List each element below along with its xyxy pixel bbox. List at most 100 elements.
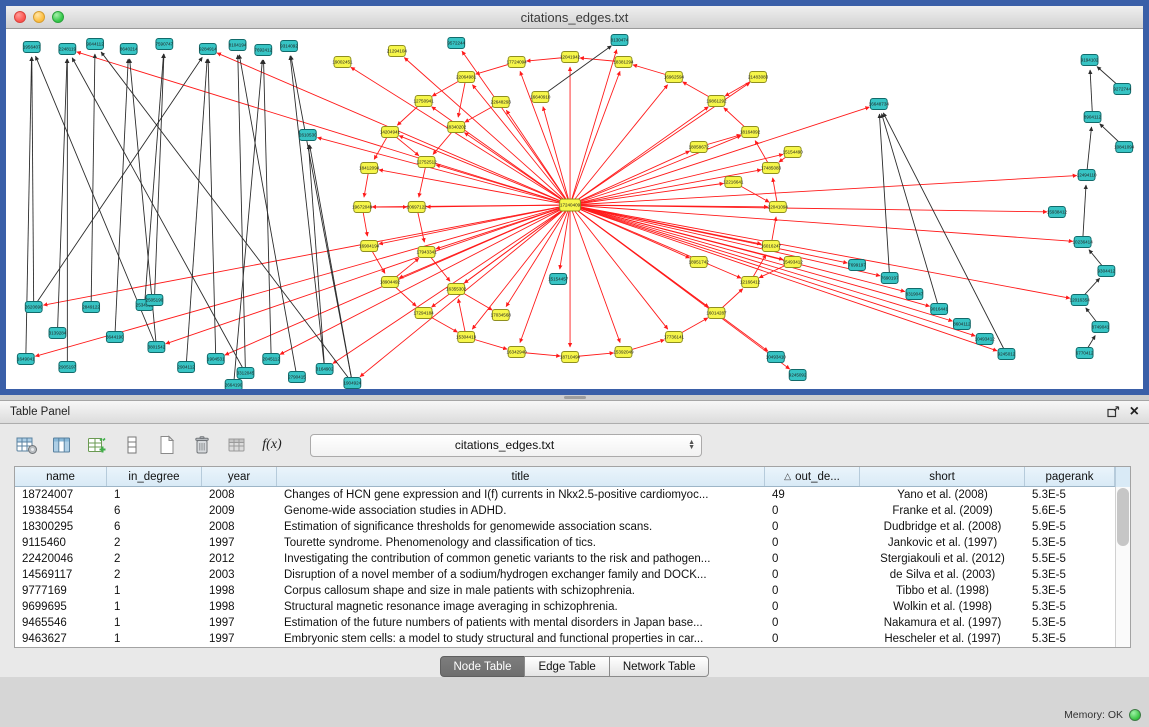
- paper-node-yellow[interactable]: 16640910: [530, 92, 551, 103]
- paper-node-yellow[interactable]: 19002451: [332, 57, 353, 68]
- paper-node-teal[interactable]: 1649041: [17, 354, 35, 365]
- paper-node-yellow[interactable]: 22041094: [768, 202, 789, 213]
- paper-node-yellow[interactable]: 12752512: [416, 157, 437, 168]
- paper-node-teal[interactable]: 1956407: [23, 42, 41, 53]
- column-header-pagerank[interactable]: pagerank: [1025, 467, 1115, 486]
- paper-node-teal[interactable]: 6770412: [1076, 348, 1094, 359]
- paper-node-yellow[interactable]: 18381294: [613, 57, 634, 68]
- paper-node-yellow[interactable]: 17240409: [560, 199, 581, 211]
- citation-edge[interactable]: [154, 54, 164, 300]
- paper-node-yellow[interactable]: 17034568: [491, 310, 512, 321]
- citation-edge[interactable]: [570, 50, 617, 205]
- paper-node-teal[interactable]: 3312045: [237, 368, 255, 379]
- paper-node-teal[interactable]: 8319047: [906, 289, 924, 300]
- citation-edge[interactable]: [570, 205, 1047, 212]
- paper-node-teal[interactable]: 2664190: [225, 380, 243, 390]
- citation-edge[interactable]: [166, 205, 570, 344]
- paper-node-teal[interactable]: 8749041: [1092, 322, 1110, 333]
- paper-node-teal[interactable]: 9245092: [789, 370, 807, 381]
- paper-node-teal[interactable]: 2849122: [82, 302, 100, 313]
- citation-edge[interactable]: [145, 54, 164, 305]
- citation-edge[interactable]: [57, 59, 67, 333]
- row-height-button[interactable]: [119, 433, 145, 457]
- paper-node-yellow[interactable]: 19861292: [706, 96, 727, 107]
- paper-node-teal[interactable]: 9572244: [447, 38, 465, 49]
- paper-node-teal[interactable]: 2904112: [177, 362, 195, 373]
- citation-edge[interactable]: [77, 52, 570, 205]
- citation-edge[interactable]: [101, 52, 352, 383]
- paper-node-teal[interactable]: 8130474: [611, 35, 629, 46]
- paper-node-teal[interactable]: 10493410: [766, 352, 787, 363]
- paper-node-yellow[interactable]: 17943341: [416, 247, 437, 258]
- paper-node-yellow[interactable]: 18340202: [446, 122, 467, 133]
- paper-node-teal[interactable]: 9245012: [998, 349, 1016, 360]
- citation-edge[interactable]: [32, 57, 34, 307]
- paper-node-yellow[interactable]: 18904492: [380, 277, 401, 288]
- function-builder-button[interactable]: f(x): [259, 433, 285, 457]
- paper-node-teal[interactable]: 2790415: [288, 372, 306, 383]
- paper-node-yellow[interactable]: 18164092: [740, 127, 761, 138]
- citation-edge[interactable]: [72, 58, 245, 373]
- paper-node-yellow[interactable]: 17485083: [761, 163, 782, 174]
- paper-node-yellow[interactable]: 18412094: [359, 163, 380, 174]
- citation-edge[interactable]: [91, 54, 95, 307]
- table-row[interactable]: 969969511998Structural magnetic resonanc…: [15, 599, 1130, 615]
- paper-node-yellow[interactable]: 16962594: [664, 72, 685, 83]
- paper-node-teal[interactable]: 12494110: [1077, 170, 1097, 181]
- column-header-year[interactable]: year: [202, 467, 277, 486]
- table-row[interactable]: 2242004622012Investigating the contribut…: [15, 551, 1130, 567]
- citation-edge[interactable]: [570, 205, 620, 343]
- float-panel-icon[interactable]: [1107, 406, 1120, 418]
- paper-node-teal[interactable]: 1904924: [344, 378, 362, 389]
- column-header-name[interactable]: name: [15, 467, 107, 486]
- paper-node-teal[interactable]: 3164902: [316, 364, 334, 375]
- paper-node-yellow[interactable]: 12750941: [413, 96, 434, 107]
- table-row[interactable]: 1938455462009Genome-wide association stu…: [15, 503, 1130, 519]
- paper-node-teal[interactable]: 7692412: [254, 45, 272, 56]
- paper-node-teal[interactable]: 9314092: [280, 41, 298, 52]
- citation-edge[interactable]: [290, 56, 325, 369]
- paper-node-teal[interactable]: 12016354: [1070, 295, 1091, 306]
- delete-table-button[interactable]: [189, 433, 215, 457]
- citation-edge[interactable]: [560, 205, 570, 269]
- tab-edge-table[interactable]: Edge Table: [524, 656, 609, 677]
- citation-edge[interactable]: [234, 60, 263, 385]
- citation-edge[interactable]: [1083, 185, 1086, 242]
- paper-node-teal[interactable]: 9304412: [1098, 266, 1116, 277]
- paper-node-teal[interactable]: 10493412: [975, 334, 996, 345]
- paper-node-teal[interactable]: 10236414: [1073, 237, 1094, 248]
- paper-node-teal[interactable]: 3139284: [49, 328, 67, 339]
- table-row[interactable]: 946554611997Estimation of the future num…: [15, 615, 1130, 631]
- column-header-in-degree[interactable]: in_degree: [107, 467, 202, 486]
- paper-node-yellow[interactable]: 18710494: [560, 352, 581, 363]
- column-header-title[interactable]: title: [277, 467, 765, 486]
- paper-node-yellow[interactable]: 21483083: [748, 72, 769, 83]
- tab-network-table[interactable]: Network Table: [609, 656, 710, 677]
- paper-node-yellow[interactable]: 15493412: [783, 257, 804, 268]
- paper-node-yellow[interactable]: 20697122: [407, 202, 428, 213]
- close-panel-icon[interactable]: ×: [1130, 405, 1139, 419]
- paper-node-yellow[interactable]: 16016247: [761, 241, 782, 252]
- paper-node-yellow[interactable]: 12166412: [740, 277, 761, 288]
- paper-node-yellow[interactable]: 19672049: [352, 202, 373, 213]
- scrollbar-thumb[interactable]: [1117, 488, 1129, 546]
- column-header-out-de[interactable]: △out_de...: [765, 467, 860, 486]
- table-row[interactable]: 1830029562008Estimation of significance …: [15, 519, 1130, 535]
- show-columns-button[interactable]: [49, 433, 75, 457]
- paper-node-yellow[interactable]: 14204941: [380, 127, 401, 138]
- paper-node-teal[interactable]: 15938412: [1047, 207, 1068, 218]
- network-canvas[interactable]: 17240409 18164092 19861292 16962594 18381294…: [6, 29, 1143, 389]
- citation-edge[interactable]: [43, 205, 570, 305]
- table-options-button[interactable]: [14, 433, 40, 457]
- table-row[interactable]: 946362711997Embryonic stem cells: a mode…: [15, 631, 1130, 647]
- citation-edge[interactable]: [570, 205, 997, 351]
- paper-node-teal[interactable]: 2610530: [299, 130, 317, 141]
- paper-node-yellow[interactable]: 21294104: [387, 46, 408, 57]
- paper-node-teal[interactable]: 10841094: [1114, 142, 1135, 153]
- paper-node-teal[interactable]: 8640214: [120, 44, 138, 55]
- citation-edge[interactable]: [570, 71, 620, 205]
- paper-node-teal[interactable]: 2248119: [59, 44, 77, 55]
- network-window-titlebar[interactable]: citations_edges.txt: [6, 6, 1143, 29]
- paper-node-teal[interactable]: 3801542: [148, 342, 166, 353]
- citation-edge[interactable]: [570, 205, 880, 276]
